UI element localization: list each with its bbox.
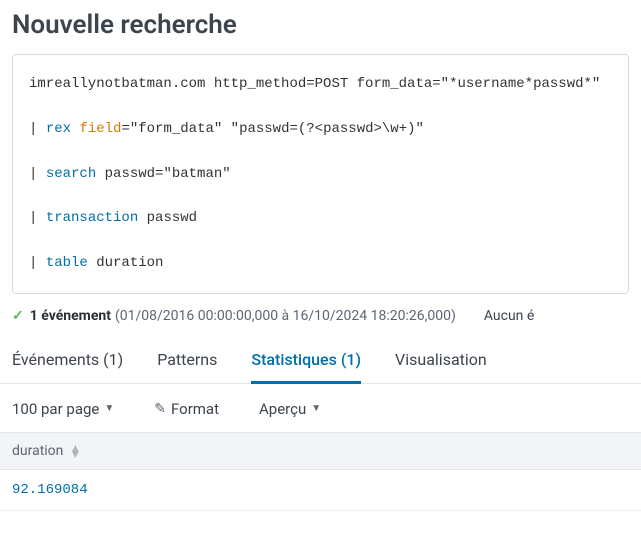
chevron-down-icon: ▼	[104, 403, 114, 414]
per-page-dropdown[interactable]: 100 par page ▼	[12, 400, 114, 418]
per-page-label: 100 par page	[12, 400, 99, 418]
search-query-box[interactable]: imreallynotbatman.com http_method=POST f…	[12, 54, 629, 294]
column-header-label: duration	[12, 443, 63, 459]
field-keyword: field	[79, 121, 121, 137]
table-row[interactable]: 92.169084	[0, 470, 641, 511]
chevron-down-icon: ▼	[311, 403, 321, 414]
rex-args: ="form_data" "passwd=(?<passwd>\w+)"	[121, 121, 423, 137]
transaction-command: transaction	[46, 210, 138, 226]
tab-statistics[interactable]: Statistiques (1)	[251, 342, 361, 384]
preview-dropdown[interactable]: Aperçu ▼	[259, 400, 321, 418]
search-base-query: imreallynotbatman.com http_method=POST f…	[29, 76, 600, 92]
time-range[interactable]: (01/08/2016 00:00:00,000 à 16/10/2024 18…	[115, 308, 456, 324]
preview-label: Aperçu	[259, 400, 306, 418]
pencil-icon: ✎	[154, 401, 166, 417]
rex-command: rex	[46, 121, 71, 137]
format-dropdown[interactable]: ✎ Format	[154, 400, 219, 418]
sort-icon: ▲▼	[69, 445, 81, 457]
tab-visualization[interactable]: Visualisation	[395, 342, 487, 384]
search-args: passwd="batman"	[96, 166, 230, 182]
tab-events[interactable]: Événements (1)	[12, 342, 123, 384]
table-command: table	[46, 255, 88, 271]
tab-patterns[interactable]: Patterns	[157, 342, 217, 384]
event-count[interactable]: 1 événement	[30, 308, 111, 324]
check-icon: ✓	[12, 308, 24, 324]
status-bar: ✓ 1 événement (01/08/2016 00:00:00,000 à…	[0, 294, 641, 332]
format-label: Format	[171, 400, 219, 418]
table-toolbar: 100 par page ▼ ✎ Format Aperçu ▼	[0, 384, 641, 432]
search-command: search	[46, 166, 96, 182]
transaction-args: passwd	[138, 210, 197, 226]
status-right-text: Aucun é	[484, 308, 534, 324]
tabs: Événements (1) Patterns Statistiques (1)…	[0, 332, 641, 384]
table-column-header[interactable]: duration ▲▼	[0, 432, 641, 470]
page-title: Nouvelle recherche	[0, 0, 641, 54]
table-args: duration	[88, 255, 164, 271]
